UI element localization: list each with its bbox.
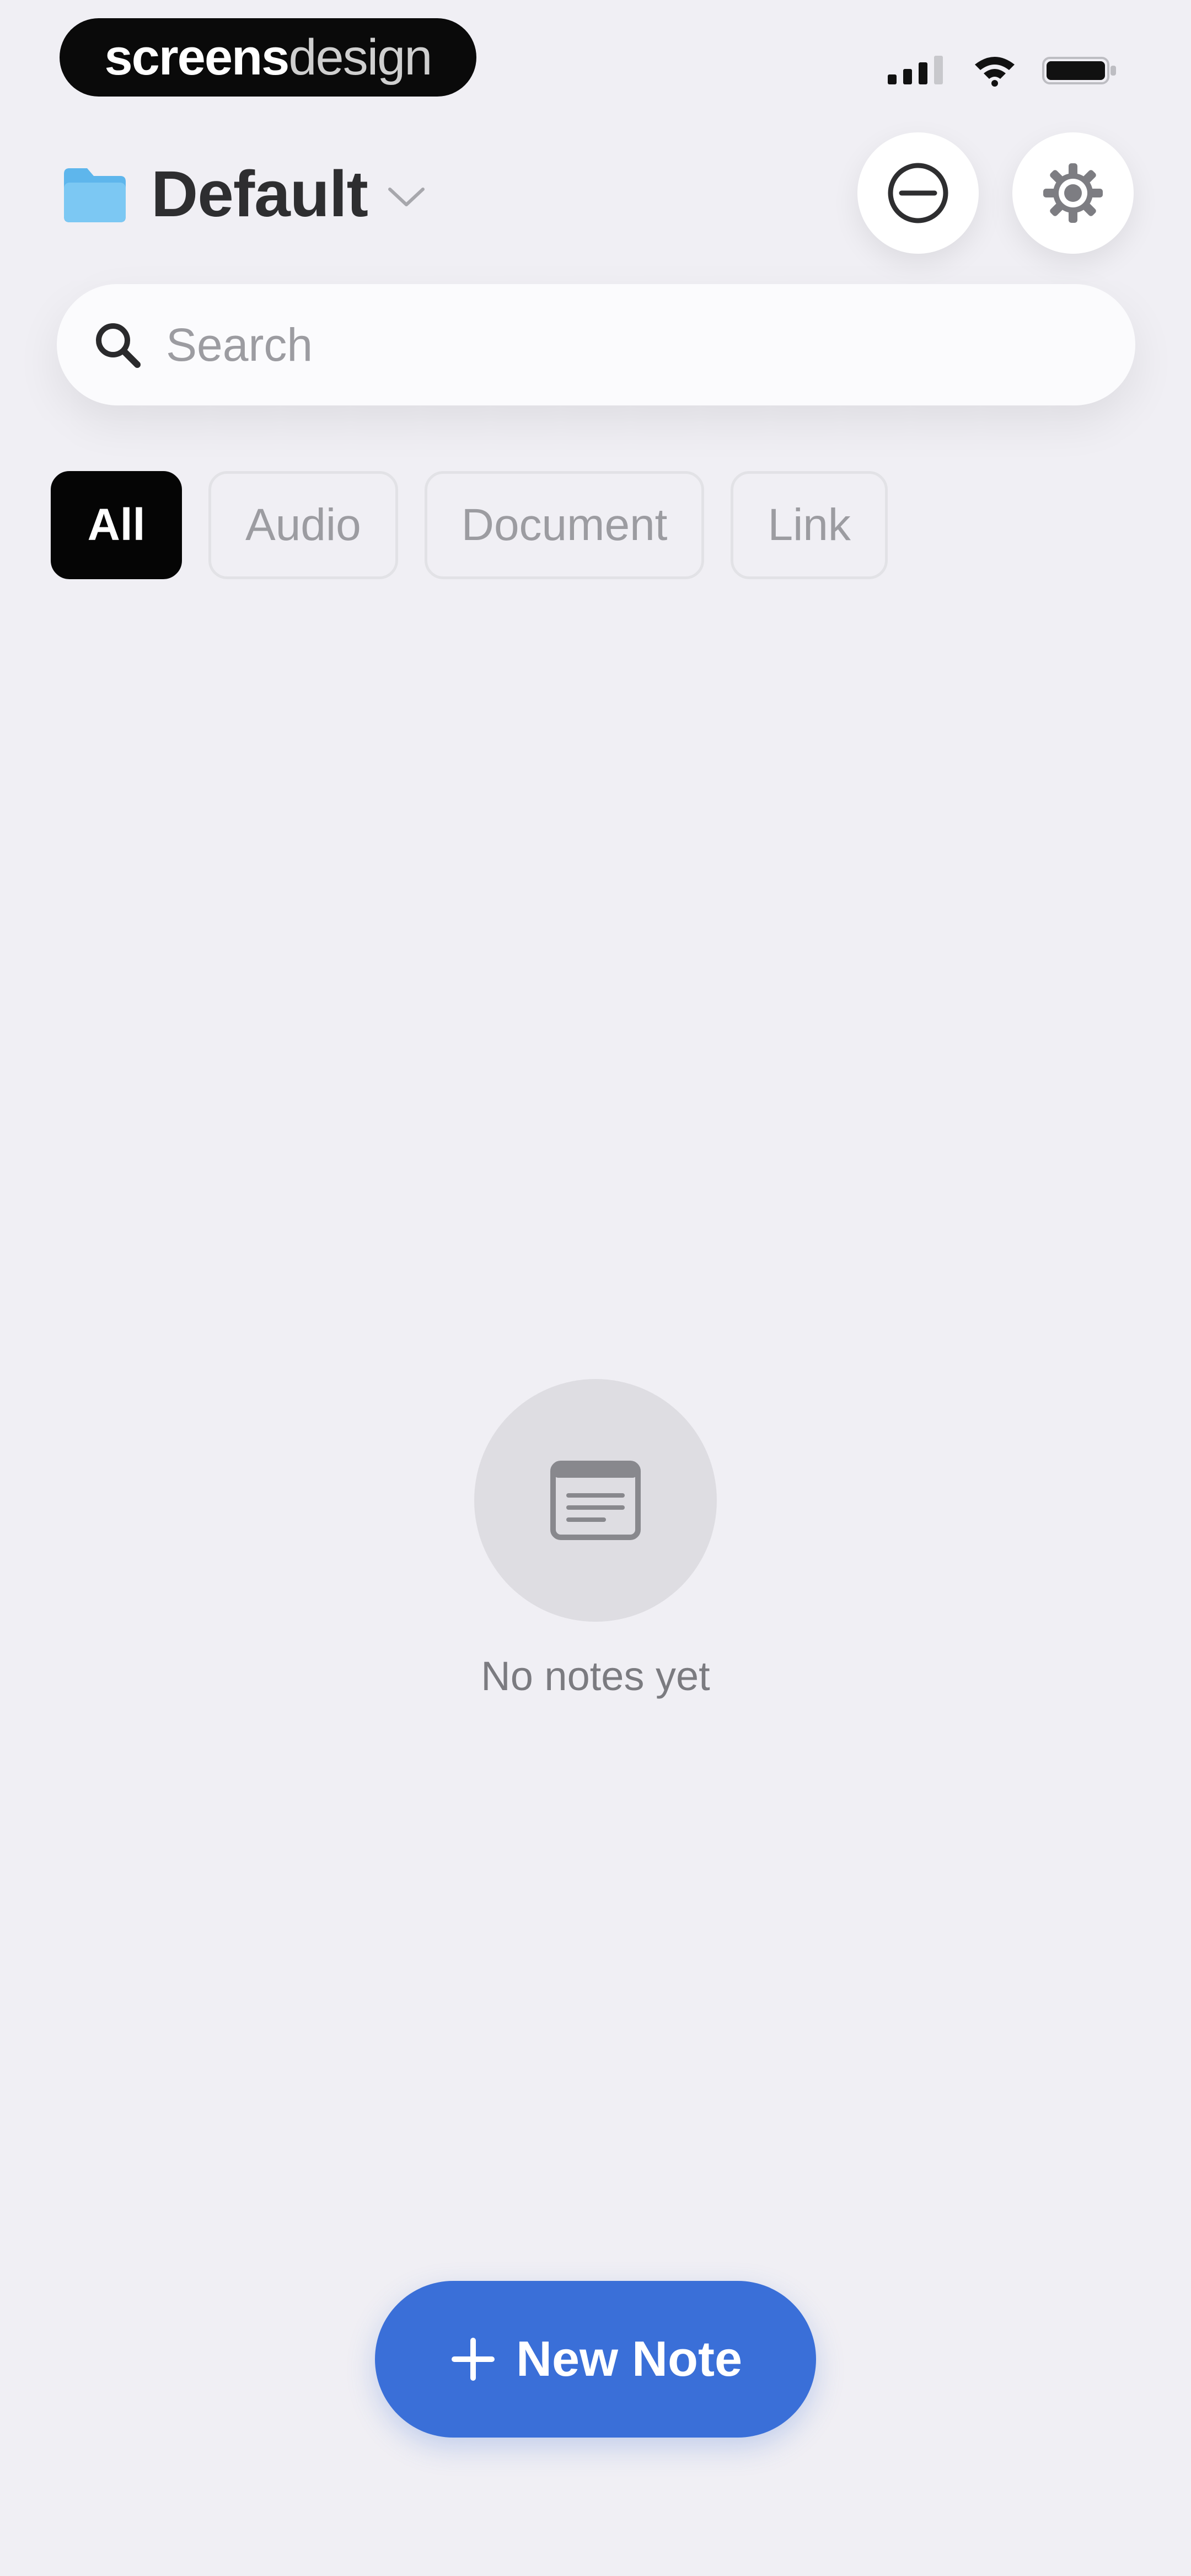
wifi-icon (975, 57, 1015, 87)
battery-icon (1042, 57, 1116, 84)
cellular-signal-icon (888, 56, 943, 84)
new-note-label: New Note (516, 2331, 743, 2387)
watermark-badge: screens design (60, 18, 476, 97)
filter-chip-audio[interactable]: Audio (208, 471, 398, 579)
settings-button[interactable] (1012, 132, 1134, 254)
watermark-text-secondary: design (288, 29, 432, 85)
filter-chip-document[interactable]: Document (424, 471, 705, 579)
filter-chips: All Audio Document Link (51, 471, 888, 579)
plus-icon (451, 2338, 495, 2381)
select-mode-button[interactable] (857, 132, 979, 254)
folder-icon (64, 168, 126, 222)
chevron-down-icon (388, 188, 425, 206)
folder-title: Default (151, 158, 368, 231)
filter-chip-link[interactable]: Link (731, 471, 888, 579)
gear-icon (1043, 163, 1103, 223)
minus-circle-icon (888, 163, 948, 223)
note-icon (550, 1461, 641, 1540)
notes-screen: screens design Default Search All Audio … (0, 0, 1191, 2576)
search-icon (96, 323, 141, 368)
status-bar (887, 51, 1119, 89)
search-bar[interactable] (57, 284, 1135, 405)
folder-header[interactable]: Default (61, 145, 426, 244)
watermark-text-primary: screens (104, 29, 290, 85)
new-note-button[interactable]: New Note (375, 2281, 816, 2438)
search-input[interactable] (165, 317, 994, 372)
empty-state-message: No notes yet (481, 1653, 710, 1699)
filter-chip-all[interactable]: All (51, 471, 182, 579)
empty-state-illustration (474, 1379, 717, 1622)
